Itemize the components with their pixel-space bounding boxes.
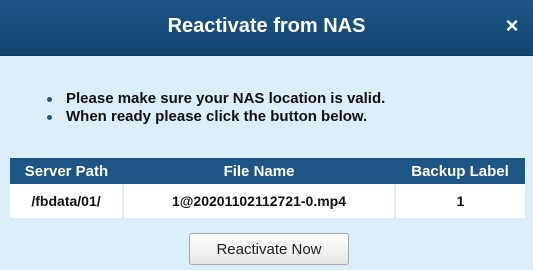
cell-file-name: 1@20201102112721-0.mp4 <box>123 184 396 218</box>
column-header-file-name: File Name <box>123 158 395 184</box>
close-icon[interactable]: × <box>501 14 523 38</box>
file-table: Server Path File Name Backup Label /fbda… <box>10 158 525 218</box>
cell-server-path: /fbdata/01/ <box>10 184 124 218</box>
instruction-list: Please make sure your NAS location is va… <box>46 90 385 126</box>
instruction-item: When ready please click the button below… <box>46 108 385 126</box>
dialog-title-bar: Reactivate from NAS × <box>0 0 533 56</box>
column-header-backup-label: Backup Label <box>395 158 525 184</box>
reactivate-now-button[interactable]: Reactivate Now <box>189 233 349 265</box>
table-row: /fbdata/01/ 1@20201102112721-0.mp4 1 <box>10 184 525 218</box>
table-header-row: Server Path File Name Backup Label <box>10 158 525 184</box>
column-header-server-path: Server Path <box>10 158 123 184</box>
instruction-item: Please make sure your NAS location is va… <box>46 90 385 108</box>
cell-backup-label: 1 <box>395 184 525 218</box>
dialog-title: Reactivate from NAS <box>167 15 366 37</box>
reactivate-dialog: Reactivate from NAS × Please make sure y… <box>0 0 533 270</box>
